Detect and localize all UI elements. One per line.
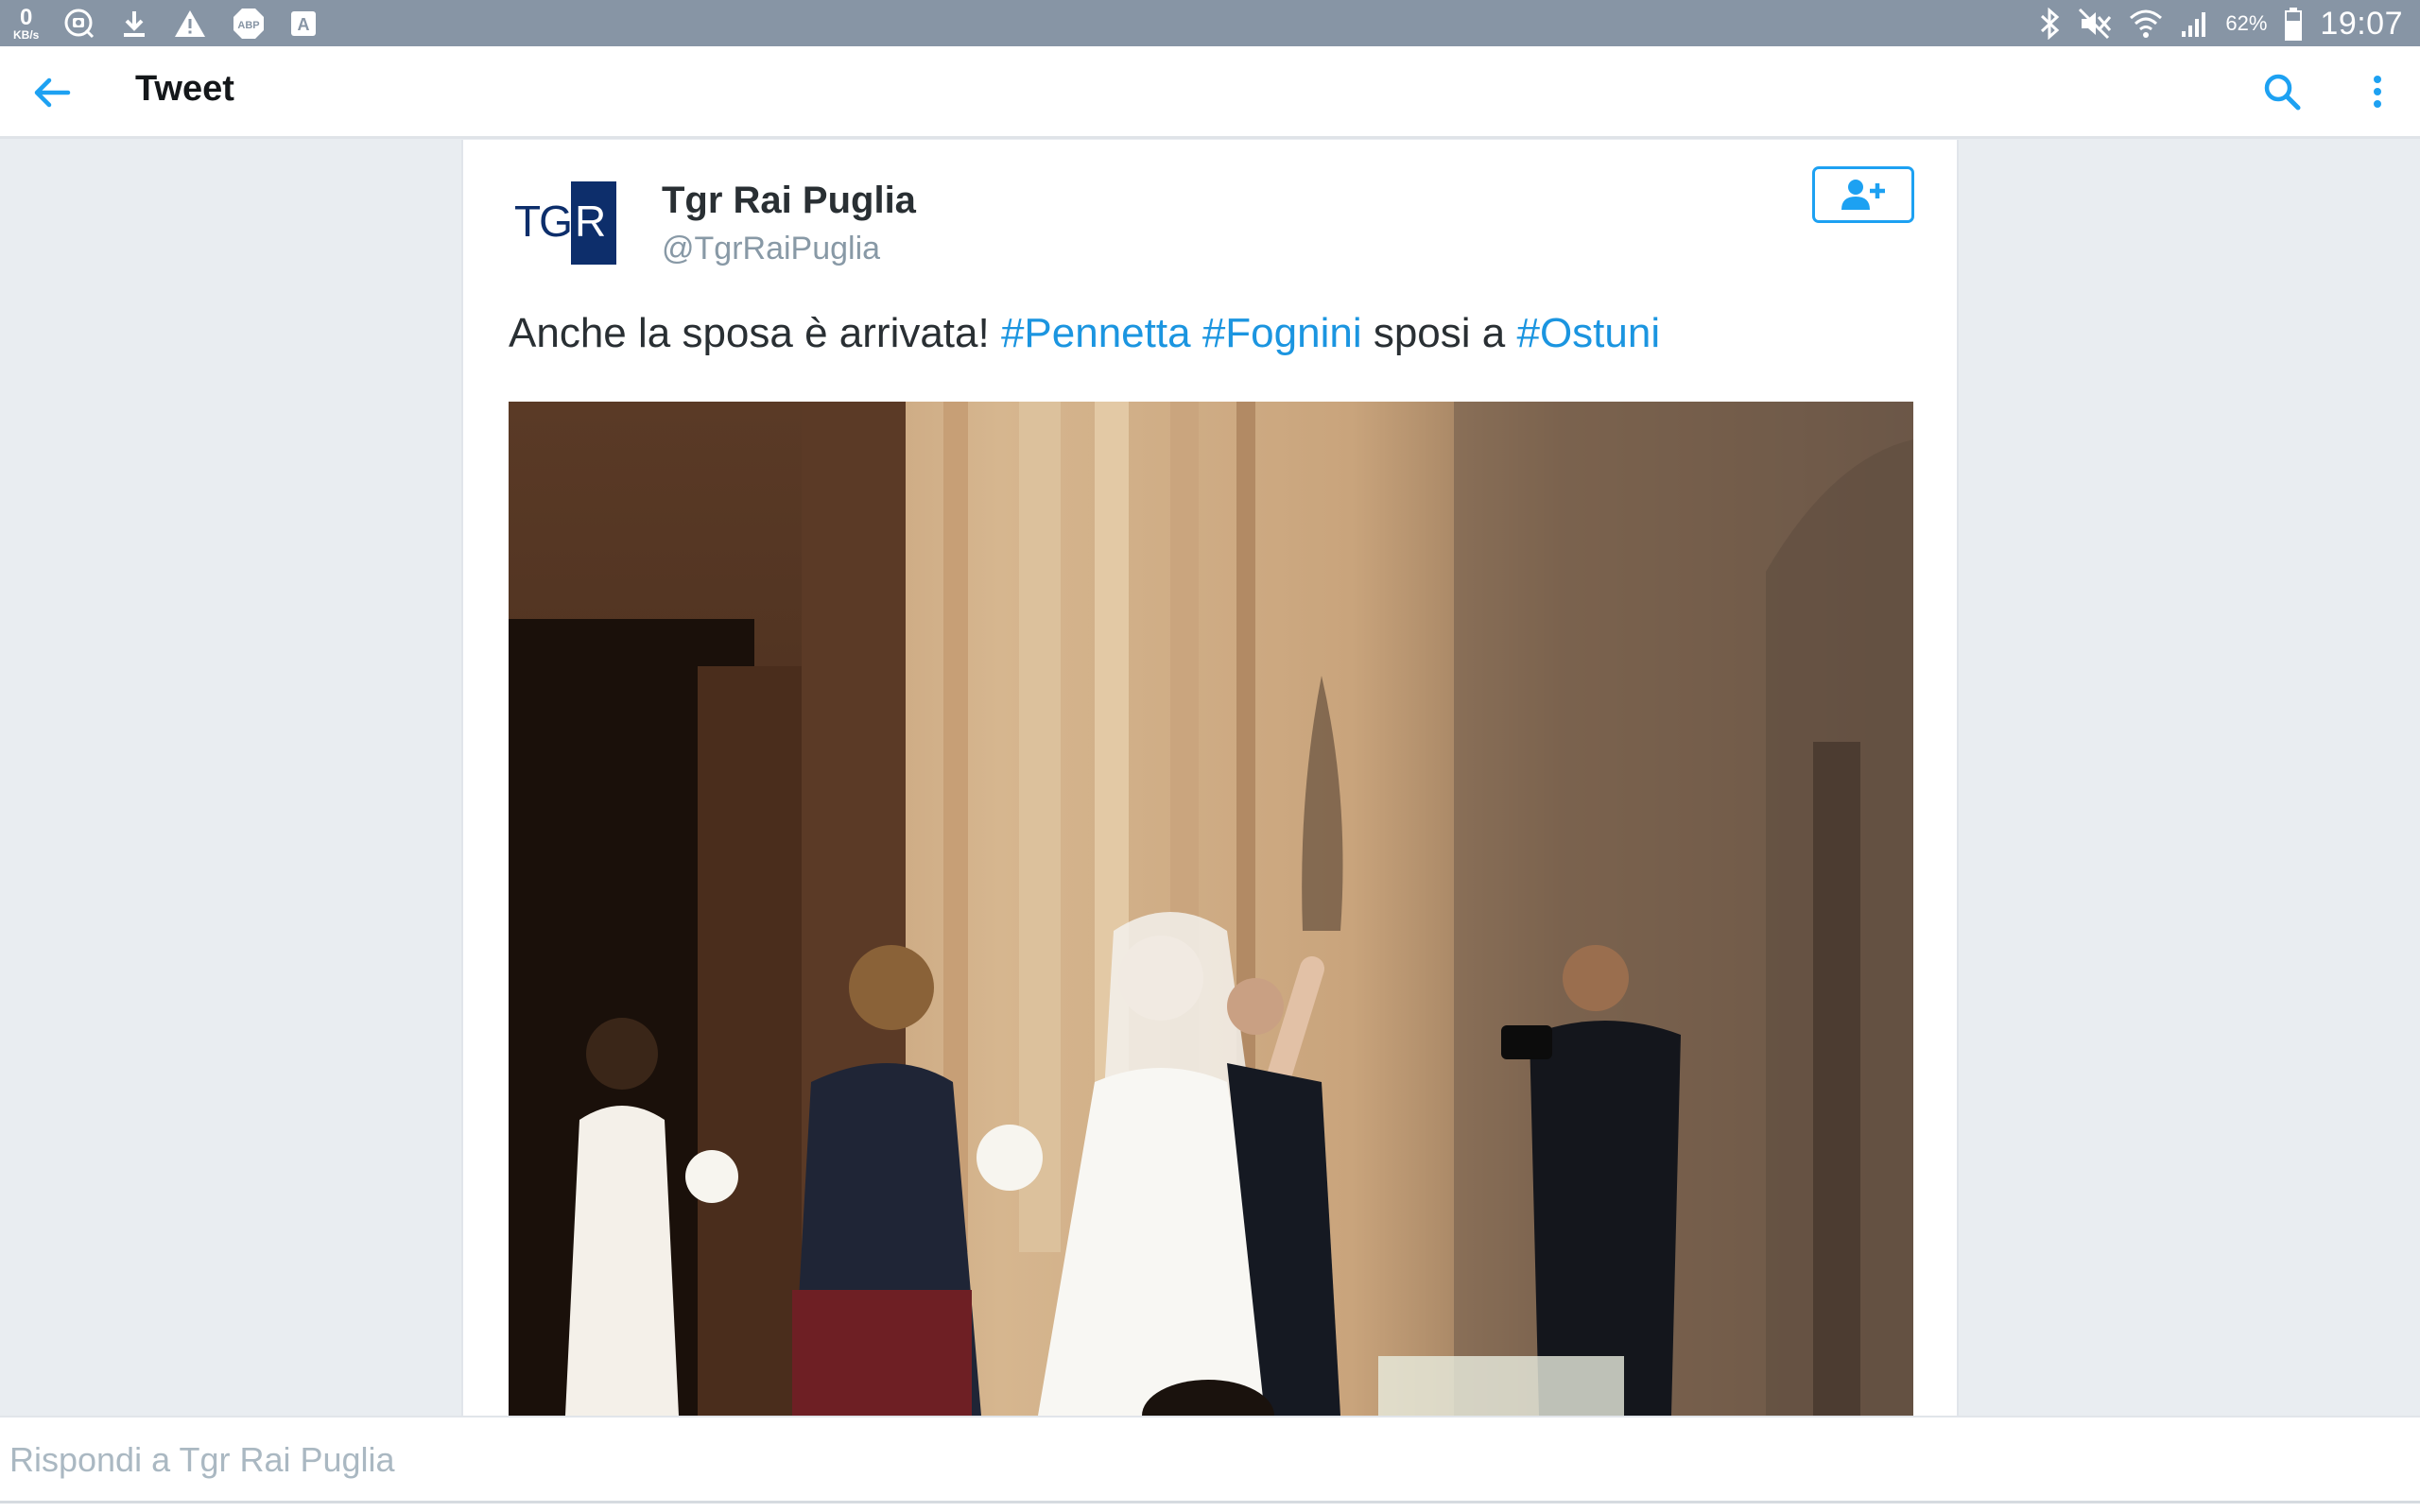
bluetooth-icon: [2038, 8, 2061, 40]
reply-bar: [0, 1416, 2420, 1512]
tweet-text-part: sposi a: [1361, 310, 1517, 356]
app-bar: Tweet: [0, 46, 2420, 139]
signal-icon: [2180, 9, 2208, 39]
page-title: Tweet: [135, 69, 234, 109]
camera-badge-icon: [63, 8, 95, 40]
tgr-logo: TG R: [514, 181, 616, 265]
author-handle[interactable]: @TgrRaiPuglia: [662, 231, 880, 267]
reply-underline: [0, 1501, 2420, 1503]
status-bar: 0 KB/s ABP A 62% 19:07: [0, 0, 2420, 46]
adblock-icon: ABP: [232, 7, 266, 41]
hashtag-link[interactable]: #Fognini: [1202, 310, 1362, 356]
network-speed-value: 0: [19, 5, 33, 30]
more-vertical-icon: [2374, 76, 2381, 108]
author-avatar[interactable]: TG R: [510, 178, 620, 268]
a-badge-label: A: [298, 15, 310, 34]
back-button[interactable]: [28, 71, 76, 114]
network-speed-unit: KB/s: [13, 28, 40, 42]
svg-text:TG: TG: [514, 197, 571, 246]
tweet-card: TG R Tgr Rai Puglia @TgrRaiPuglia Anche …: [461, 140, 1959, 1416]
overflow-menu-button[interactable]: [2363, 69, 2392, 116]
download-icon: [120, 9, 148, 39]
tweet-text: Anche la sposa è arrivata! #Pennetta #Fo…: [509, 310, 1660, 357]
follow-button[interactable]: [1812, 166, 1914, 223]
search-button[interactable]: [2259, 69, 2307, 116]
battery-icon: [2284, 7, 2303, 41]
battery-percent: 62%: [2225, 11, 2268, 35]
hashtag-link[interactable]: #Pennetta: [1001, 310, 1191, 356]
hashtag-link[interactable]: #Ostuni: [1516, 310, 1660, 356]
svg-text:R: R: [575, 197, 606, 246]
reply-input[interactable]: [0, 1418, 2420, 1503]
arrow-left-icon: [34, 77, 71, 108]
tweet-text-part: Anche la sposa è arrivata!: [509, 310, 1001, 356]
search-icon: [2264, 74, 2301, 111]
a-badge-icon: A: [290, 10, 317, 37]
tweet-text-space: [1191, 310, 1202, 356]
wedding-photo: [509, 402, 1913, 1416]
network-speed-indicator: 0 KB/s: [13, 5, 40, 42]
wifi-icon: [2129, 8, 2163, 40]
adblock-label: ABP: [238, 20, 260, 31]
author-name[interactable]: Tgr Rai Puglia: [662, 180, 916, 222]
tweet-photo[interactable]: [509, 402, 1913, 1416]
add-user-icon: [1841, 180, 1885, 210]
warning-icon: [173, 9, 207, 39]
mute-icon: [2078, 8, 2112, 40]
status-time: 19:07: [2320, 5, 2403, 42]
